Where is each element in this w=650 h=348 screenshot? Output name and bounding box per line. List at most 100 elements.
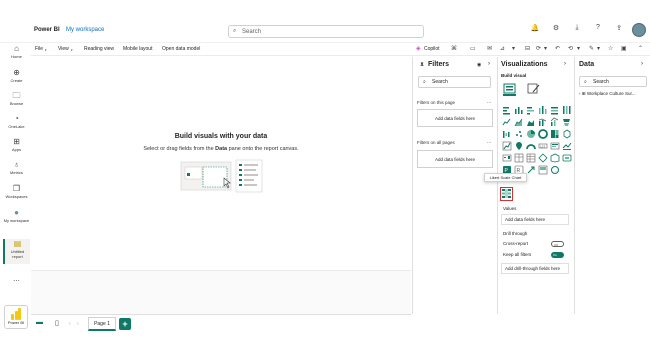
copilot-button[interactable]: Copilot [424, 46, 440, 52]
visual-type-icon[interactable] [501, 104, 511, 115]
visual-type-icon[interactable] [525, 140, 536, 150]
edit-icon[interactable]: ✎ [589, 45, 594, 52]
collapse-ribbon-icon[interactable]: ⌃ [638, 45, 643, 52]
visual-type-icon[interactable] [501, 116, 511, 126]
data-table-item[interactable]: › ⊞ Workplace Culture Sur... [579, 91, 636, 97]
undo-icon[interactable]: ↶ [555, 45, 560, 52]
visual-type-icon[interactable] [513, 128, 523, 138]
nav-untitled-report[interactable]: ▤ Untitled report [3, 239, 30, 264]
visual-type-icon[interactable] [561, 104, 571, 114]
visual-type-icon[interactable] [561, 152, 572, 162]
build-visual-tab-icon[interactable] [503, 83, 516, 96]
collapse-pane-icon[interactable]: › [641, 61, 643, 67]
open-data-model-button[interactable]: Open data model [162, 46, 200, 52]
nav-metrics[interactable]: ♁ Metrics [3, 160, 30, 175]
visual-type-icon[interactable] [549, 140, 560, 150]
dropdown-icon[interactable]: ▾ [577, 45, 580, 52]
chart-icon[interactable]: ⊿ [500, 45, 505, 52]
add-page-button[interactable]: + [119, 318, 131, 330]
visual-type-icon[interactable] [537, 128, 548, 139]
nav-browse[interactable]: 🗀 Browse [3, 91, 30, 106]
visual-type-icon[interactable] [501, 140, 512, 151]
dropdown-icon[interactable]: ▾ [597, 45, 600, 52]
user-avatar[interactable] [632, 23, 646, 37]
gear-icon[interactable]: ⚙ [551, 24, 561, 32]
mobile-layout-button[interactable]: Mobile layout [123, 46, 152, 52]
search-icon: ⌕ [423, 79, 426, 85]
chevron-left-icon[interactable]: ‹ [69, 321, 71, 327]
filters-all-dropzone[interactable]: Add data fields here [417, 150, 493, 168]
view-menu[interactable]: View [58, 46, 69, 52]
filters-page-dropzone[interactable]: Add data fields here [417, 109, 493, 127]
refresh-icon[interactable]: ⟲ [568, 45, 573, 52]
share-icon[interactable]: ⇪ [614, 24, 624, 32]
visual-type-icon[interactable] [513, 116, 523, 127]
export-icon[interactable]: ⊟ [525, 45, 530, 52]
visual-type-icon[interactable] [501, 152, 512, 162]
visual-type-icon[interactable] [549, 104, 559, 115]
visual-type-icon[interactable] [513, 104, 523, 114]
nav-onelake[interactable]: ◔ OneLake [3, 114, 30, 129]
visual-type-icon[interactable] [525, 152, 536, 163]
visual-type-icon[interactable] [561, 116, 571, 126]
workspace-link[interactable]: My workspace [66, 27, 104, 33]
visual-type-icon[interactable] [537, 164, 548, 175]
file-menu[interactable]: File [35, 46, 43, 52]
download-icon[interactable]: ⤓ [572, 24, 582, 32]
page-tab-1[interactable]: Page 1 [88, 317, 116, 331]
dropdown-icon[interactable]: ▾ [512, 45, 515, 52]
visual-type-icon[interactable] [561, 140, 572, 150]
likert-scale-chart-icon[interactable] [500, 187, 513, 201]
mobile-view-icon[interactable]: ▯ [55, 319, 59, 327]
chat-icon[interactable]: ⌘ [451, 45, 457, 52]
visual-type-icon[interactable]: … [549, 164, 559, 174]
mail-icon[interactable]: ✉ [487, 45, 492, 52]
more-options-icon[interactable]: ... [487, 139, 491, 145]
data-search-input[interactable]: ⌕ Search [579, 76, 647, 87]
reading-view-button[interactable]: Reading view [84, 46, 114, 52]
visual-type-icon[interactable] [549, 152, 560, 163]
nav-workspaces[interactable]: ❐ Workspaces [3, 184, 30, 199]
nav-apps[interactable]: ⊞ Apps [3, 137, 30, 152]
dropdown-icon[interactable]: ▾ [544, 45, 547, 52]
bell-icon[interactable]: 🔔 [530, 24, 540, 32]
visual-type-icon[interactable] [537, 104, 547, 114]
values-dropzone[interactable]: Add data fields here [501, 214, 569, 225]
keep-all-filters-toggle[interactable]: On [551, 252, 564, 258]
page-view-icon[interactable]: ▬ [36, 319, 43, 326]
visual-type-icon[interactable] [537, 152, 548, 163]
visual-type-icon[interactable] [525, 116, 535, 126]
chevron-right-icon[interactable]: › [77, 321, 79, 327]
eye-icon[interactable]: ◉ [477, 62, 481, 68]
cross-report-toggle[interactable]: Off [551, 241, 564, 247]
format-visual-tab-icon[interactable] [527, 83, 540, 96]
power-bi-switcher[interactable]: Power BI [4, 305, 28, 329]
nav-more[interactable]: ... [3, 274, 30, 283]
visual-type-icon[interactable] [513, 140, 523, 150]
data-title: Data [579, 61, 595, 68]
visual-type-icon[interactable] [501, 128, 511, 138]
global-search-input[interactable]: ⌕ Search [228, 25, 424, 38]
visual-type-icon[interactable] [513, 152, 524, 163]
nav-create[interactable]: ⊕ Create [3, 68, 30, 83]
more-options-icon[interactable]: ... [487, 99, 491, 105]
visual-type-icon[interactable] [549, 128, 559, 138]
visual-type-icon[interactable] [525, 104, 535, 115]
visual-type-icon[interactable] [537, 116, 547, 126]
share-ribbon-icon[interactable]: ⟳ [536, 45, 541, 52]
visual-type-icon[interactable]: 123 [537, 140, 548, 150]
visual-type-icon[interactable] [561, 128, 571, 139]
filters-search-input[interactable]: ⌕ Search [418, 76, 491, 88]
nav-my-workspace[interactable]: ● My workspace [3, 208, 30, 223]
visual-type-icon[interactable] [549, 116, 559, 126]
drill-through-dropzone[interactable]: Add drill-through fields here [501, 263, 569, 274]
save-icon[interactable]: ▣ [621, 45, 627, 52]
app-brand[interactable]: Power BI [34, 27, 60, 33]
star-icon[interactable]: ☆ [608, 45, 613, 52]
help-icon[interactable]: ? [593, 24, 603, 32]
nav-home[interactable]: ⌂ Home [3, 44, 30, 59]
expand-pane-icon[interactable]: › [488, 61, 490, 67]
collapse-pane-icon[interactable]: › [564, 61, 566, 67]
comment-icon[interactable]: ▭ [470, 45, 476, 52]
visual-type-icon[interactable] [525, 128, 535, 138]
